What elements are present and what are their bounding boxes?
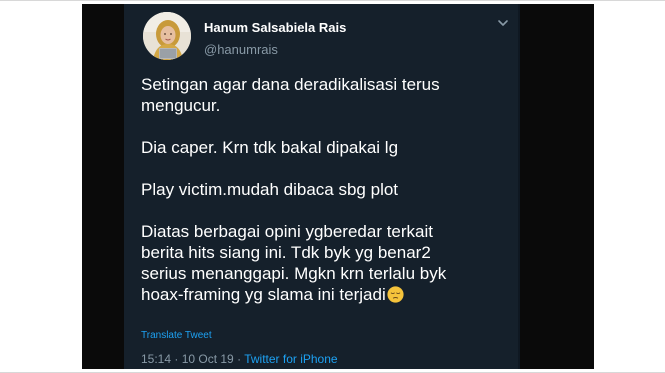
chevron-down-icon[interactable] — [496, 16, 510, 30]
tweet-line: Play victim.mudah dibaca sbg plot — [141, 180, 399, 199]
tweet-line-text: hoax-framing yg slama ini terjadi — [141, 285, 386, 304]
tweet-card[interactable]: Hanum Salsabiela Rais @hanumrais Setinga… — [124, 4, 520, 369]
tweet-line-with-emoji: hoax-framing yg slama ini terjadi — [141, 284, 501, 305]
display-name[interactable]: Hanum Salsabiela Rais — [204, 20, 346, 35]
tweet-metadata: 15:14 · 10 Oct 19 · Twitter for iPhone — [141, 352, 338, 366]
tweet-source-link[interactable]: Twitter for iPhone — [244, 352, 337, 366]
tweet-paragraph: Dia caper. Krn tdk bakal dipakai lg — [141, 137, 501, 158]
tweet-line: mengucur. — [141, 96, 221, 115]
frame-border-top — [0, 0, 665, 1]
tweet-date[interactable]: 10 Oct 19 — [182, 352, 234, 366]
tweet-line: berita hits siang ini. Tdk byk yg benar2 — [141, 243, 431, 262]
meta-separator: · — [171, 352, 182, 366]
tweet-time[interactable]: 15:14 — [141, 352, 171, 366]
user-handle[interactable]: @hanumrais — [204, 42, 278, 57]
card-edge — [518, 4, 520, 369]
avatar[interactable] — [143, 12, 191, 60]
pensive-face-icon — [387, 286, 404, 303]
meta-separator: · — [233, 352, 245, 366]
avatar-image — [143, 12, 191, 60]
tweet-paragraph: Setingan agar dana deradikalisasi terus … — [141, 74, 501, 116]
tweet-paragraph: Play victim.mudah dibaca sbg plot — [141, 179, 501, 200]
tweet-line: serius menanggapi. Mgkn krn terlalu byk — [141, 264, 447, 283]
tweet-paragraph: Diatas berbagai opini ygberedar terkait … — [141, 221, 501, 305]
tweet-line: Setingan agar dana deradikalisasi terus — [141, 75, 440, 94]
screenshot-frame: Hanum Salsabiela Rais @hanumrais Setinga… — [0, 0, 665, 373]
tweet-line: Diatas berbagai opini ygberedar terkait — [141, 222, 434, 241]
tweet-text: Setingan agar dana deradikalisasi terus … — [141, 74, 501, 305]
translate-tweet-link[interactable]: Translate Tweet — [141, 330, 212, 341]
tweet-line: Dia caper. Krn tdk bakal dipakai lg — [141, 138, 399, 157]
